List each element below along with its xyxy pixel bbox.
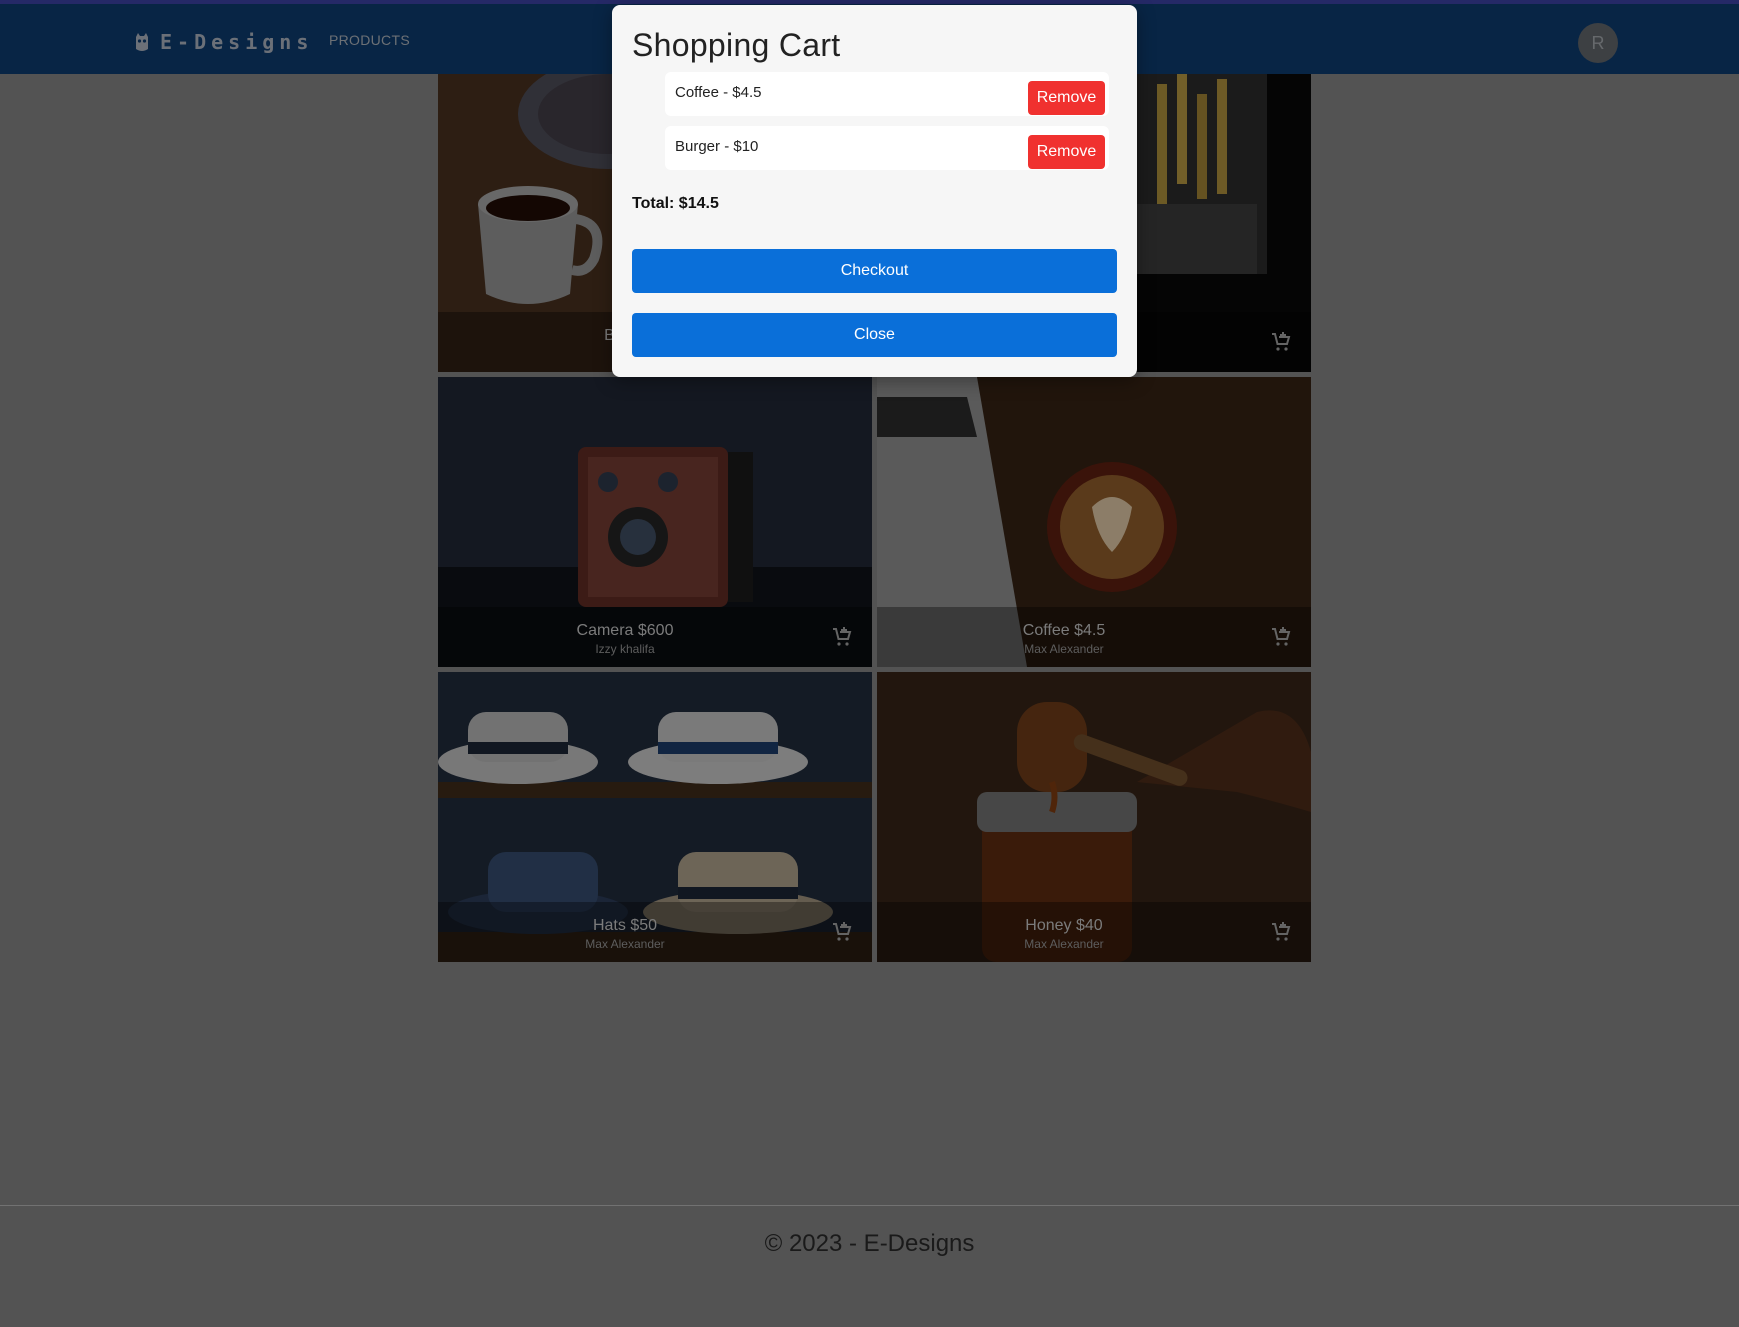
shopping-cart-modal: Shopping Cart Coffee - $4.5 Remove Burge… [612,5,1137,377]
footer: © 2023 - E-Designs [764,1230,975,1257]
cart-item-label: Burger - $10 [675,138,759,155]
close-button[interactable]: Close [632,313,1117,357]
remove-coffee-button[interactable]: Remove [1028,81,1105,115]
cart-total: Total: $14.5 [632,195,719,212]
modal-title: Shopping Cart [632,27,841,63]
remove-burger-button[interactable]: Remove [1028,135,1105,169]
footer-divider [0,1205,1739,1206]
cart-item: Burger - $10 Remove [665,126,1109,170]
checkout-button[interactable]: Checkout [632,249,1117,293]
cart-item-label: Coffee - $4.5 [675,84,762,101]
cart-item: Coffee - $4.5 Remove [665,72,1109,116]
